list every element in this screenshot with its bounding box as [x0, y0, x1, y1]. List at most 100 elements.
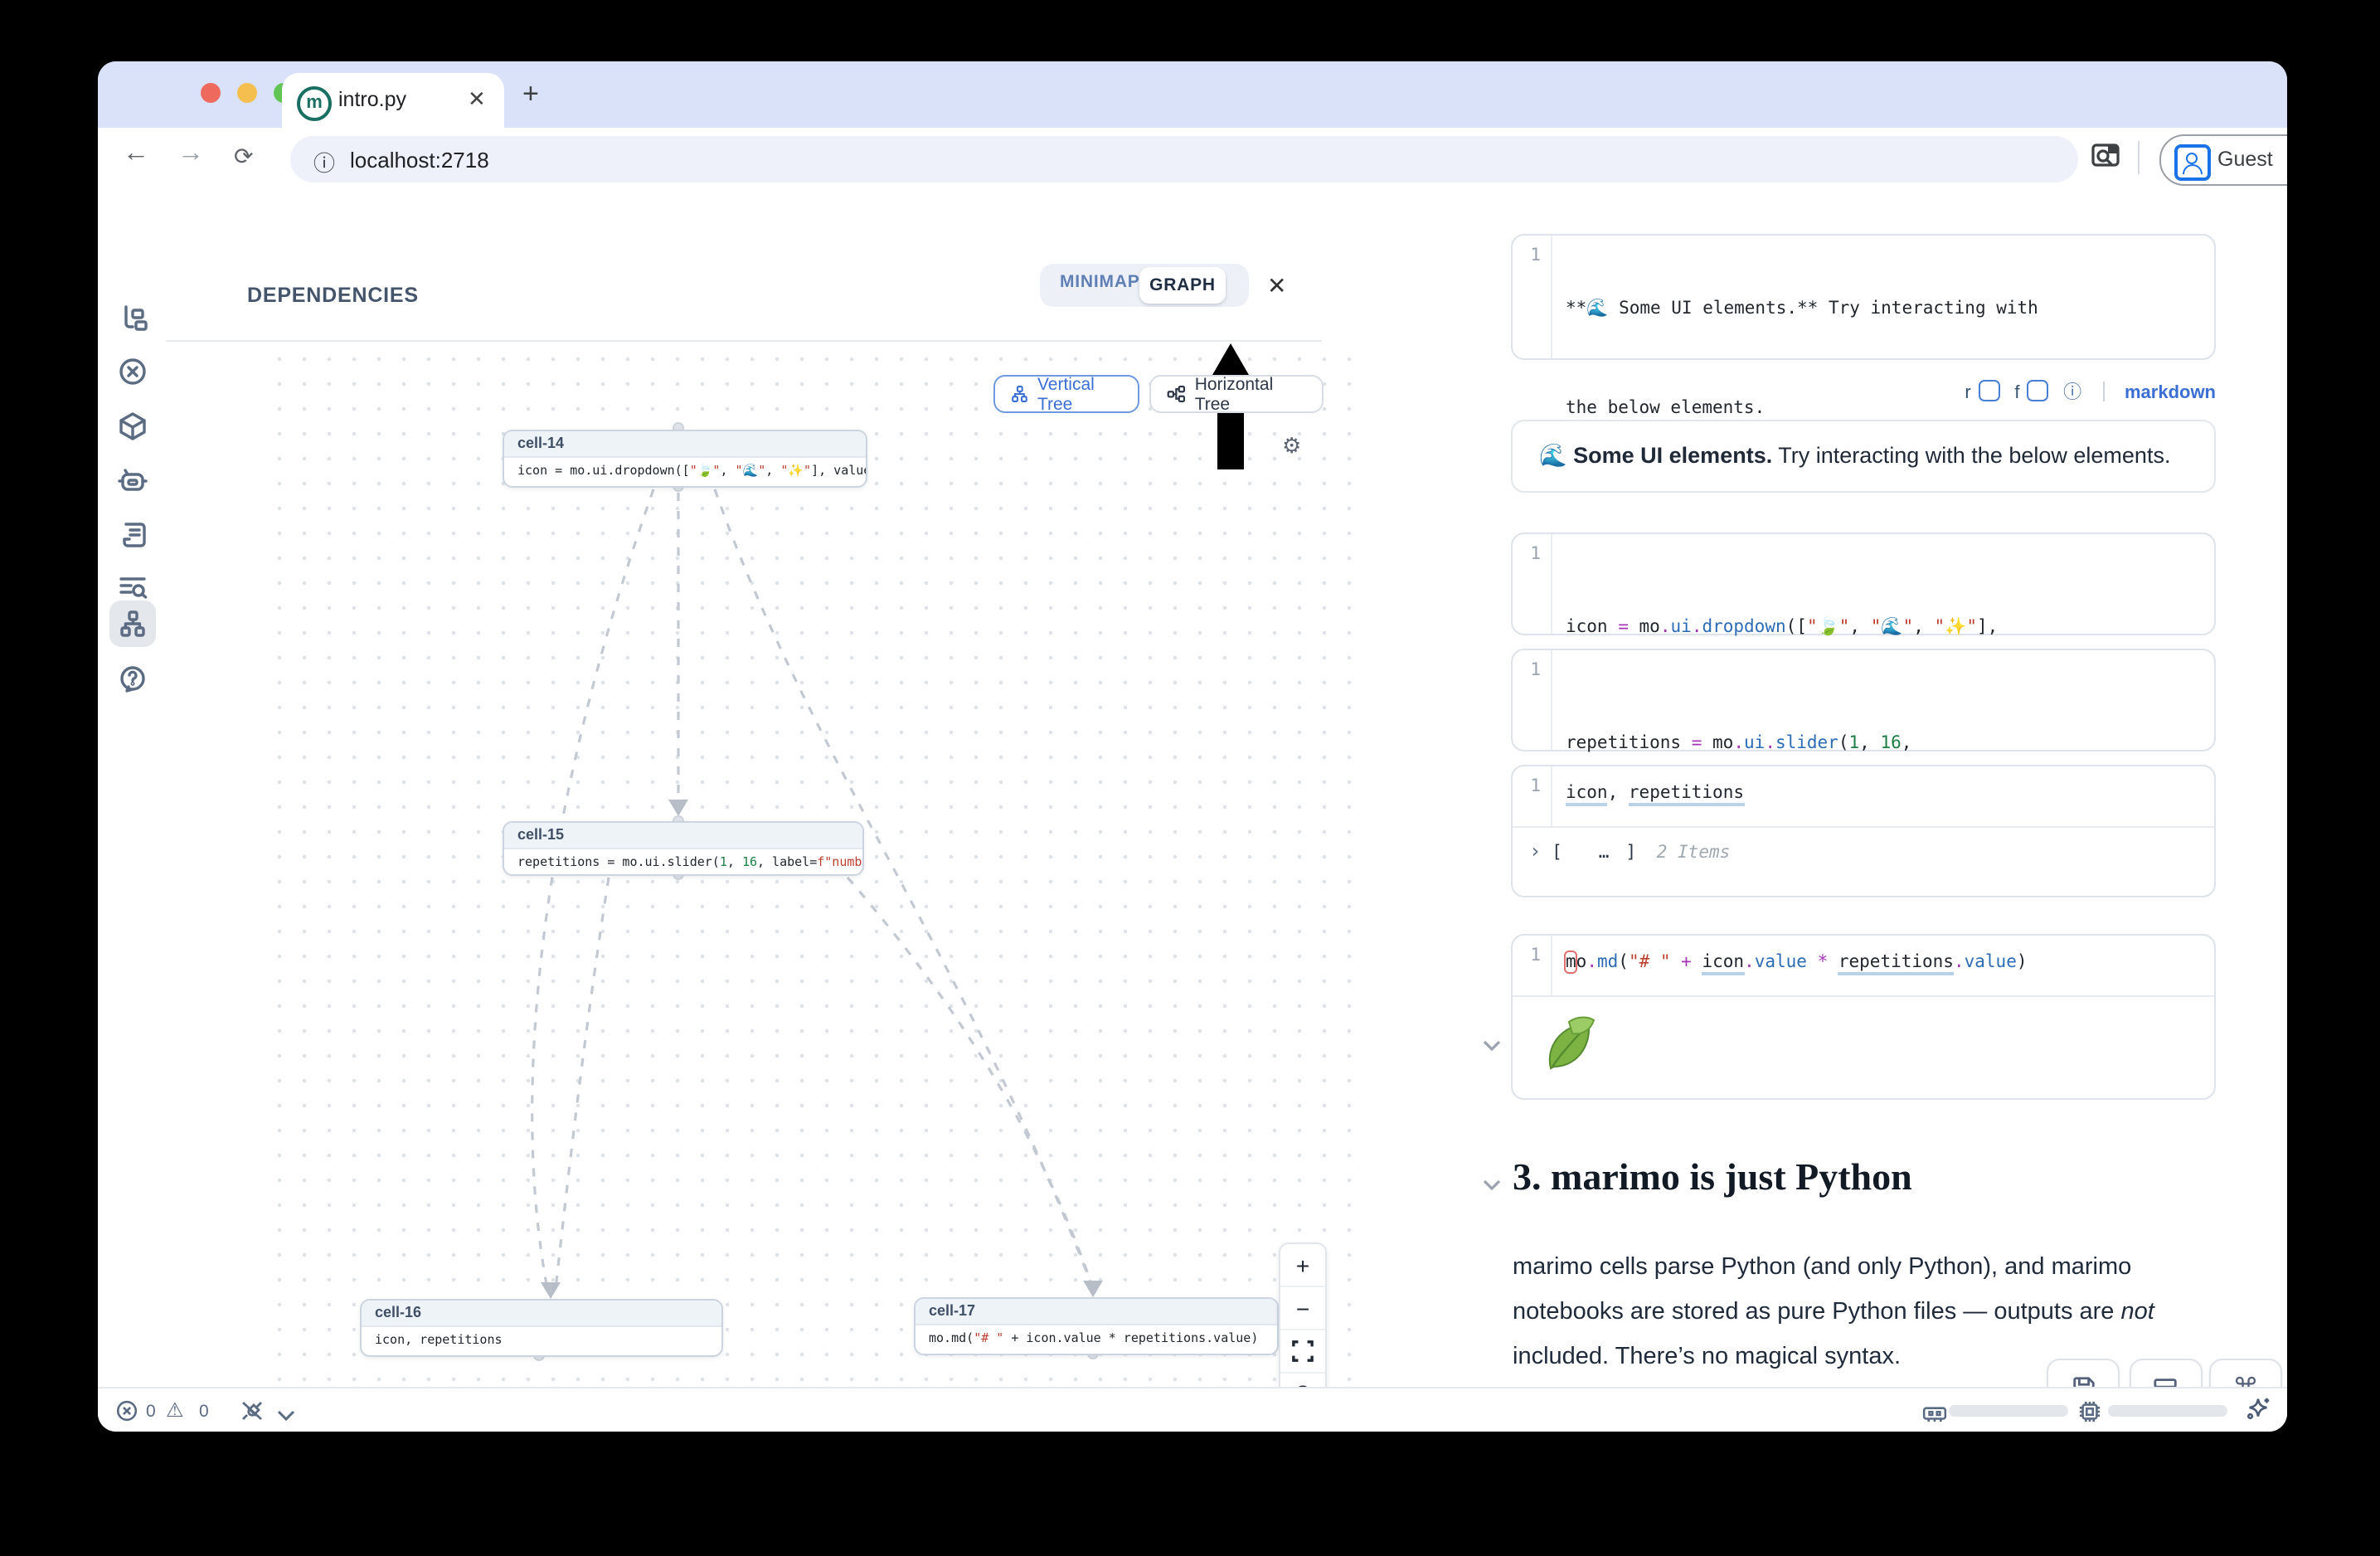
dropdown-code-cell[interactable]: 1 icon = mo.ui.dropdown(["🍃", "🌊", "✨"],…: [1511, 532, 2216, 635]
close-window-button[interactable]: [201, 83, 221, 103]
browser-toolbar: ← → ⟳ ⓘ localhost:2718 Guest ⋮: [98, 128, 2287, 192]
dependencies-panel: DEPENDENCIES MINIMAP GRAPH ✕: [166, 191, 1353, 1432]
browser-tab-strip: m intro.py ✕ +: [98, 61, 2287, 128]
panel-header-border: [166, 254, 1322, 342]
vertical-tree-icon: [1010, 383, 1029, 405]
line-number: 1: [1513, 766, 1552, 826]
guest-avatar-icon: [2174, 144, 2211, 181]
horizontal-tree-button[interactable]: Horizontal Tree: [1149, 375, 1324, 413]
tuple-code-cell[interactable]: 1 icon, repetitions › […] 2 Items: [1511, 765, 2216, 897]
code-line: icon = mo.ui.dropdown(["🍃", "🌊", "✨"],: [1566, 610, 2204, 644]
url-text: localhost:2718: [350, 148, 489, 173]
ai-sparkle-icon[interactable]: [2244, 1395, 2272, 1432]
markdown-code-cell[interactable]: 1 **🌊 Some UI elements.** Try interactin…: [1511, 234, 2216, 360]
dependency-graph-canvas[interactable]: Vertical Tree Horizontal Tree ⚙ cell-14 …: [260, 340, 1352, 1432]
packages-icon[interactable]: [109, 403, 156, 450]
format-toggle-label: f: [2014, 383, 2019, 403]
vertical-tree-button[interactable]: Vertical Tree: [993, 375, 1139, 413]
vertical-tree-label: Vertical Tree: [1037, 374, 1123, 414]
close-tab-icon[interactable]: ✕: [468, 86, 486, 113]
zoom-out-icon[interactable]: −: [1280, 1287, 1325, 1330]
cell-divider: [1513, 995, 2214, 997]
forward-icon[interactable]: →: [177, 139, 204, 169]
markdown-output-cell: 🌊 Some UI elements. Try interacting with…: [1511, 420, 2216, 493]
toolbar-divider: [2138, 141, 2140, 174]
ai-assistant-icon[interactable]: [109, 458, 156, 504]
screen: m intro.py ✕ + ← → ⟳ ⓘ localhost:2718 Gu…: [0, 0, 2380, 1556]
memory-icon: [1922, 1402, 1947, 1432]
markdown-output-text: 🌊 Some UI elements. Try interacting with…: [1539, 443, 2170, 469]
errors-icon[interactable]: [116, 1400, 138, 1430]
node-title: cell-15: [504, 823, 862, 849]
fit-view-icon[interactable]: [1280, 1330, 1325, 1374]
warnings-count: 0: [199, 1402, 209, 1422]
graph-node[interactable]: cell-15 repetitions = mo.ui.slider(1, 16…: [503, 821, 864, 876]
node-code: mo.md("# " + icon.value * repetitions.va…: [916, 1325, 1277, 1355]
node-code: icon = mo.ui.dropdown(["🍃", "🌊", "✨"], v…: [504, 458, 866, 488]
node-title: cell-16: [362, 1301, 721, 1327]
format-checkbox[interactable]: [2027, 380, 2048, 401]
line-number: 1: [1513, 650, 1552, 750]
cell-footer: r f ⓘ markdown: [1511, 377, 2216, 403]
profile-button[interactable]: Guest: [2159, 134, 2287, 186]
graph-node[interactable]: cell-16 icon, repetitions: [360, 1299, 723, 1357]
scratchpad-icon[interactable]: [109, 511, 156, 557]
section-paragraph: marimo cells parse Python (and only Pyth…: [1513, 1246, 2222, 1380]
slider-code-cell[interactable]: 1 repetitions = mo.ui.slider(1, 16, labe…: [1511, 649, 2216, 751]
cpu-icon: [2078, 1400, 2101, 1432]
new-tab-button[interactable]: +: [522, 78, 539, 111]
errors-count: 0: [146, 1402, 156, 1422]
line-number: 1: [1513, 534, 1552, 634]
marimo-sidebar: [98, 191, 168, 1432]
code-line: **🌊 Some UI elements.** Try interacting …: [1566, 292, 2204, 325]
file-tree-icon[interactable]: [109, 294, 156, 340]
chevron-down-icon[interactable]: [277, 1400, 295, 1430]
cell-divider: [1513, 826, 2214, 828]
line-number: 1: [1513, 936, 1552, 995]
run-checkbox[interactable]: [1979, 380, 2000, 401]
variables-icon[interactable]: [109, 348, 156, 395]
node-title: cell-14: [504, 431, 866, 458]
tab-title: intro.py: [338, 88, 406, 111]
node-code: repetitions = mo.ui.slider(1, 16, label=…: [504, 849, 862, 876]
run-toggle-label: r: [1965, 383, 1970, 403]
collapse-chevron-icon[interactable]: [1483, 1030, 1501, 1060]
reload-icon[interactable]: ⟳: [234, 143, 253, 171]
search-tabs-icon[interactable]: [2091, 143, 2121, 177]
marimo-favicon-icon: m: [297, 86, 332, 121]
info-icon[interactable]: ⓘ: [2063, 383, 2081, 403]
node-code: icon, repetitions: [362, 1327, 721, 1357]
memory-usage-bar: [1949, 1405, 2068, 1417]
footer-divider: [2102, 382, 2104, 401]
help-icon[interactable]: [109, 655, 156, 702]
disconnect-icon[interactable]: [240, 1400, 264, 1430]
zoom-in-icon[interactable]: +: [1280, 1244, 1325, 1287]
cpu-usage-bar: [2108, 1405, 2227, 1417]
language-label[interactable]: markdown: [2125, 383, 2216, 403]
site-info-icon[interactable]: ⓘ: [313, 146, 335, 177]
wave-emoji: 🌊: [1539, 443, 1573, 468]
warnings-icon[interactable]: ⚠: [166, 1398, 184, 1422]
graph-node[interactable]: cell-14 icon = mo.ui.dropdown(["🍃", "🌊",…: [503, 430, 867, 488]
section-heading: 3. marimo is just Python: [1513, 1156, 1912, 1199]
status-bar: 0 ⚠ 0: [98, 1387, 2287, 1432]
browser-tab[interactable]: m intro.py ✕: [282, 73, 504, 128]
tuple-output[interactable]: › […] 2 Items: [1529, 839, 1730, 863]
notebook-area: 1 **🌊 Some UI elements.** Try interactin…: [1353, 191, 2287, 1432]
code-line: icon, repetitions: [1566, 776, 2204, 810]
section-collapse-chevron-icon[interactable]: [1483, 1169, 1501, 1199]
graph-settings-icon[interactable]: ⚙: [1282, 433, 1301, 460]
code-line: repetitions = mo.ui.slider(1, 16,: [1566, 727, 2204, 760]
url-bar[interactable]: ⓘ localhost:2718: [290, 136, 2078, 182]
back-icon[interactable]: ←: [123, 139, 149, 169]
profile-label: Guest: [2217, 148, 2273, 171]
dependency-graph-icon[interactable]: [109, 601, 156, 647]
graph-node[interactable]: cell-17 mo.md("# " + icon.value * repeti…: [914, 1297, 1279, 1355]
expand-icon[interactable]: ›: [1529, 839, 1541, 863]
minimize-window-button[interactable]: [237, 83, 257, 103]
browser-window: m intro.py ✕ + ← → ⟳ ⓘ localhost:2718 Gu…: [98, 61, 2287, 1432]
node-title: cell-17: [916, 1299, 1277, 1325]
leaf-emoji-output: [1536, 1012, 1599, 1083]
md-call-code-cell[interactable]: 1 mo.md("# " + icon.value * repetitions.…: [1511, 934, 2216, 1100]
line-number: 1: [1513, 236, 1552, 358]
